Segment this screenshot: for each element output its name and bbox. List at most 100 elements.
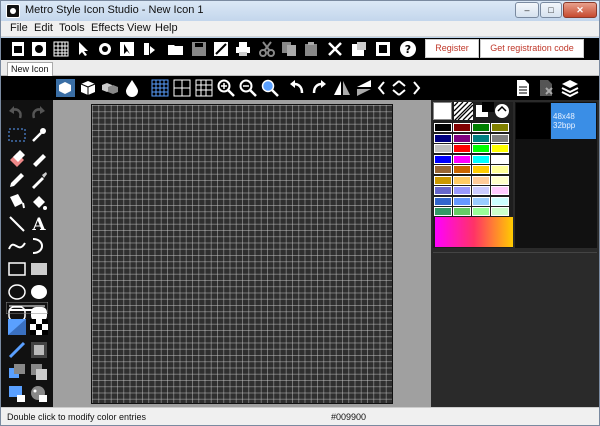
menu-tools[interactable]: Tools <box>59 22 85 34</box>
shadow-icon[interactable] <box>30 341 48 359</box>
cursor-select-icon[interactable] <box>119 41 135 57</box>
save-as-icon[interactable] <box>213 41 229 57</box>
opacity-icon[interactable] <box>8 363 26 381</box>
ellipse-outline-icon[interactable] <box>8 284 26 300</box>
color-swatch[interactable] <box>453 186 471 195</box>
tab-new-icon-1[interactable]: New Icon 1 <box>7 62 53 86</box>
properties-icon[interactable] <box>351 41 367 57</box>
curve-icon[interactable] <box>8 237 26 255</box>
cubes-icon[interactable] <box>101 79 119 97</box>
eraser-icon[interactable] <box>8 149 26 167</box>
rect-filled-icon[interactable] <box>30 262 48 276</box>
pixel-grid-canvas[interactable] <box>91 104 393 404</box>
zoom-out-icon[interactable] <box>239 79 257 97</box>
layers-icon[interactable] <box>561 78 579 98</box>
undo-icon[interactable] <box>8 104 24 120</box>
grid-fine-icon[interactable] <box>151 79 169 97</box>
brush-icon[interactable] <box>30 171 48 189</box>
drop-icon[interactable] <box>124 79 140 97</box>
minimize-button[interactable]: – <box>515 2 539 18</box>
cursor-icon[interactable] <box>75 41 91 57</box>
color-swatch[interactable] <box>434 123 452 132</box>
color-swatch[interactable] <box>434 154 452 164</box>
transparent-swatch[interactable] <box>454 102 473 120</box>
zoom-in-icon[interactable] <box>217 79 235 97</box>
color-swatch[interactable] <box>472 186 490 195</box>
color-swatch[interactable] <box>491 175 509 185</box>
3d-cube-icon[interactable] <box>56 79 75 97</box>
open-folder-icon[interactable] <box>167 41 185 57</box>
pencil-icon[interactable] <box>8 171 26 189</box>
menu-view[interactable]: View <box>127 22 151 34</box>
move-icon[interactable] <box>377 79 421 97</box>
delete-icon[interactable] <box>327 41 343 57</box>
color-swatch[interactable] <box>491 144 509 153</box>
color-swatch[interactable] <box>434 175 452 185</box>
new-file-icon[interactable] <box>10 41 26 57</box>
color-swatch[interactable] <box>491 165 509 174</box>
layer-duplicate-icon[interactable] <box>30 363 48 381</box>
menu-edit[interactable]: Edit <box>34 22 53 34</box>
color-swatch[interactable] <box>472 165 490 174</box>
text-icon[interactable]: A <box>30 214 48 234</box>
color-swatch[interactable] <box>434 144 452 153</box>
flip-vertical-icon[interactable] <box>355 79 373 97</box>
color-swatch[interactable] <box>453 144 471 153</box>
cut-icon[interactable] <box>259 41 275 57</box>
grid-coarse-icon[interactable] <box>195 79 213 97</box>
ellipse-filled-icon[interactable] <box>30 284 48 300</box>
color-swatch[interactable] <box>472 133 490 143</box>
color-swatch[interactable] <box>472 207 490 216</box>
color-swatch[interactable] <box>491 186 509 195</box>
select-rect-icon[interactable] <box>8 127 26 143</box>
save-icon[interactable] <box>191 41 207 57</box>
color-swatch[interactable] <box>434 133 452 143</box>
menu-file[interactable]: File <box>10 22 28 34</box>
color-swatch[interactable] <box>453 133 471 143</box>
grid-medium-icon[interactable] <box>173 79 191 97</box>
color-swatch[interactable] <box>491 123 509 132</box>
color-swatch[interactable] <box>453 175 471 185</box>
color-swatch[interactable] <box>453 207 471 216</box>
gradient-icon[interactable] <box>8 319 26 335</box>
grid-icon[interactable] <box>53 41 69 57</box>
smudge-icon[interactable] <box>30 149 48 167</box>
color-swatch[interactable] <box>434 186 452 195</box>
copy-icon[interactable] <box>281 41 297 57</box>
cube-icon[interactable] <box>79 79 97 97</box>
primary-color-swatch[interactable] <box>433 102 452 120</box>
color-swatch[interactable] <box>472 123 490 132</box>
gradient-picker[interactable] <box>435 217 513 247</box>
color-swatch[interactable] <box>491 154 509 164</box>
flip-horizontal-icon[interactable] <box>333 79 351 97</box>
color-swatch[interactable] <box>453 123 471 132</box>
color-swatch[interactable] <box>453 165 471 174</box>
stroke-icon[interactable] <box>8 341 26 359</box>
wheel-icon[interactable] <box>97 41 113 57</box>
line-icon[interactable] <box>8 215 26 233</box>
arc-icon[interactable] <box>30 237 48 255</box>
color-swatch[interactable] <box>453 196 471 206</box>
document-run-icon[interactable] <box>141 41 157 57</box>
close-button[interactable]: ✕ <box>563 2 597 18</box>
color-swatch[interactable] <box>453 154 471 164</box>
fill-icon[interactable] <box>8 193 26 211</box>
color-swatch[interactable] <box>434 207 452 216</box>
paste-icon[interactable] <box>303 41 319 57</box>
layer-lock-icon[interactable] <box>8 385 26 403</box>
eyedropper-icon[interactable] <box>30 126 48 144</box>
spray-icon[interactable] <box>30 193 48 211</box>
rotate-left-icon[interactable] <box>289 79 305 97</box>
color-swatch[interactable] <box>491 133 509 143</box>
zoom-fit-icon[interactable] <box>261 79 279 97</box>
delete-page-icon[interactable] <box>538 79 554 97</box>
color-swatch[interactable] <box>434 165 452 174</box>
color-swatch[interactable] <box>472 196 490 206</box>
color-swatch[interactable] <box>472 154 490 164</box>
new-page-icon[interactable] <box>515 79 531 97</box>
get-registration-code-button[interactable]: Get registration code <box>480 39 584 58</box>
line-width-icon[interactable] <box>6 302 48 314</box>
color-swatch[interactable] <box>434 196 452 206</box>
color-swatch[interactable] <box>491 207 509 216</box>
swap-colors-icon[interactable] <box>476 102 511 120</box>
